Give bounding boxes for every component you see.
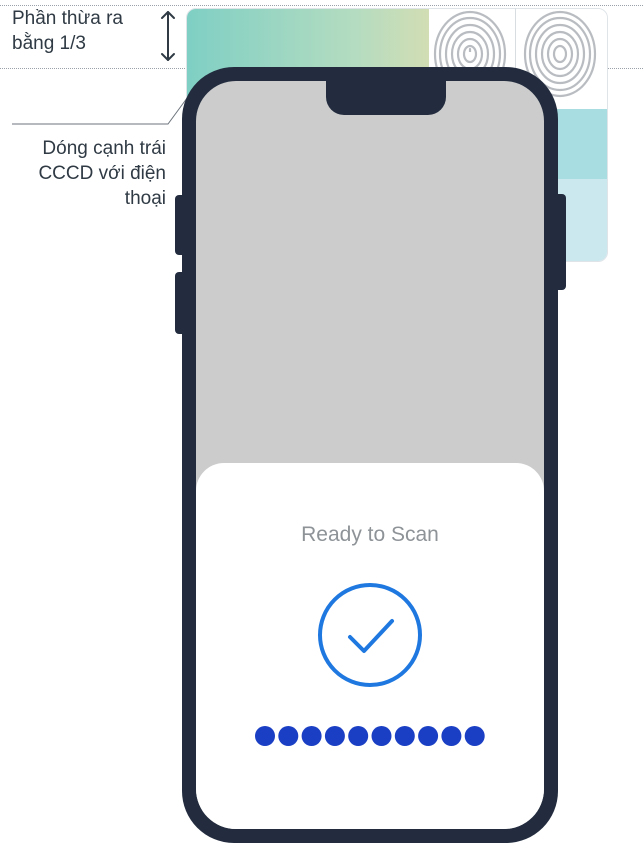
- progress-dot: [255, 726, 275, 746]
- progress-dot: [324, 726, 345, 746]
- scan-sheet-title: Ready to Scan: [301, 523, 439, 546]
- align-label-line1: Dóng cạnh trái: [42, 138, 166, 159]
- phone-notch: [326, 81, 446, 115]
- phone-screen: Ready to Scan: [196, 81, 544, 829]
- checkmark-circle-icon: [318, 583, 422, 687]
- overhang-label-line2: bằng 1/3: [12, 33, 86, 54]
- progress-dot: [441, 726, 462, 746]
- leader-line: [12, 93, 191, 125]
- progress-dots: [255, 726, 485, 746]
- align-label-line3: thoại: [124, 188, 166, 209]
- phone-frame: Ready to Scan: [182, 67, 558, 843]
- align-label: Dóng cạnh trái CCCD với điện thoại: [8, 136, 166, 211]
- progress-dot: [418, 726, 439, 746]
- nfc-scan-sheet: Ready to Scan: [196, 463, 544, 829]
- progress-dot: [301, 726, 322, 746]
- overhang-label: Phần thừa ra bằng 1/3: [12, 6, 162, 56]
- up-down-arrow-icon: [161, 11, 175, 61]
- progress-dot: [348, 726, 369, 746]
- overhang-label-line1: Phần thừa ra: [12, 8, 123, 29]
- progress-dot: [464, 726, 485, 746]
- progress-dot: [394, 726, 415, 746]
- progress-dot: [371, 726, 392, 746]
- align-label-line2: CCCD với điện: [38, 163, 166, 184]
- progress-dot: [278, 726, 299, 746]
